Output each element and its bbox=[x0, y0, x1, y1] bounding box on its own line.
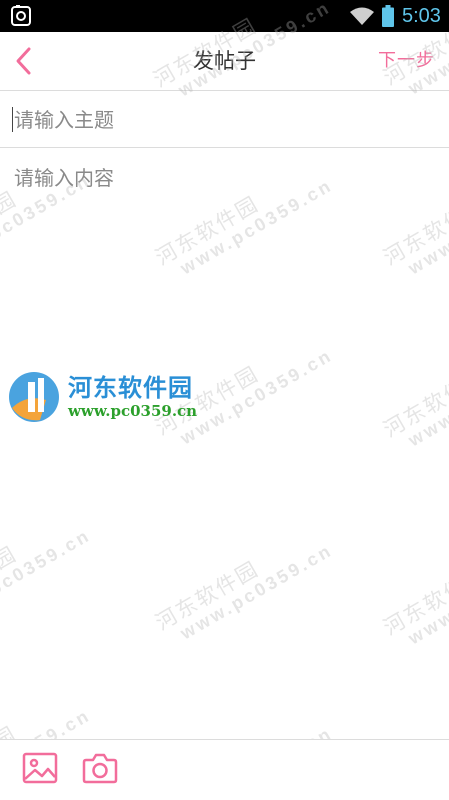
text-cursor bbox=[12, 107, 13, 132]
image-icon bbox=[22, 752, 58, 784]
screenshot-icon bbox=[11, 5, 31, 26]
camera-icon bbox=[82, 753, 118, 784]
title-bar: 发帖子 下一步 bbox=[0, 32, 449, 90]
bottom-toolbar bbox=[0, 740, 449, 800]
take-photo-button[interactable] bbox=[82, 751, 118, 785]
content-input[interactable] bbox=[14, 162, 434, 732]
subject-input[interactable] bbox=[14, 104, 434, 136]
battery-icon bbox=[382, 5, 394, 27]
status-time: 5:03 bbox=[402, 5, 441, 27]
post-screen: 5:03 发帖子 下一步 河东软件园www.pc0359.cn 河东软件园www… bbox=[0, 0, 449, 800]
wifi-icon bbox=[350, 7, 374, 25]
insert-image-button[interactable] bbox=[22, 752, 58, 784]
next-step-button[interactable]: 下一步 bbox=[378, 46, 435, 76]
subject-divider bbox=[0, 147, 449, 148]
status-bar: 5:03 bbox=[0, 0, 449, 32]
subject-row bbox=[0, 91, 449, 147]
back-button[interactable] bbox=[10, 45, 38, 77]
chevron-left-icon bbox=[16, 47, 31, 75]
